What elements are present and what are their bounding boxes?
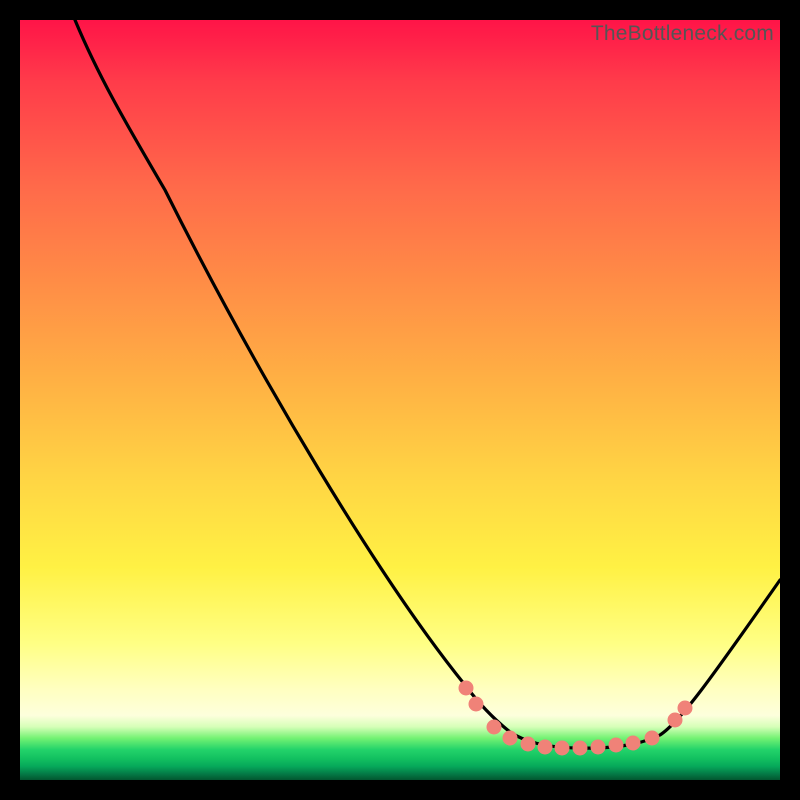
- bottleneck-curve: [20, 20, 780, 780]
- plot-area: TheBottleneck.com: [20, 20, 780, 780]
- chart-frame: TheBottleneck.com: [0, 0, 800, 800]
- curve-path: [75, 20, 780, 748]
